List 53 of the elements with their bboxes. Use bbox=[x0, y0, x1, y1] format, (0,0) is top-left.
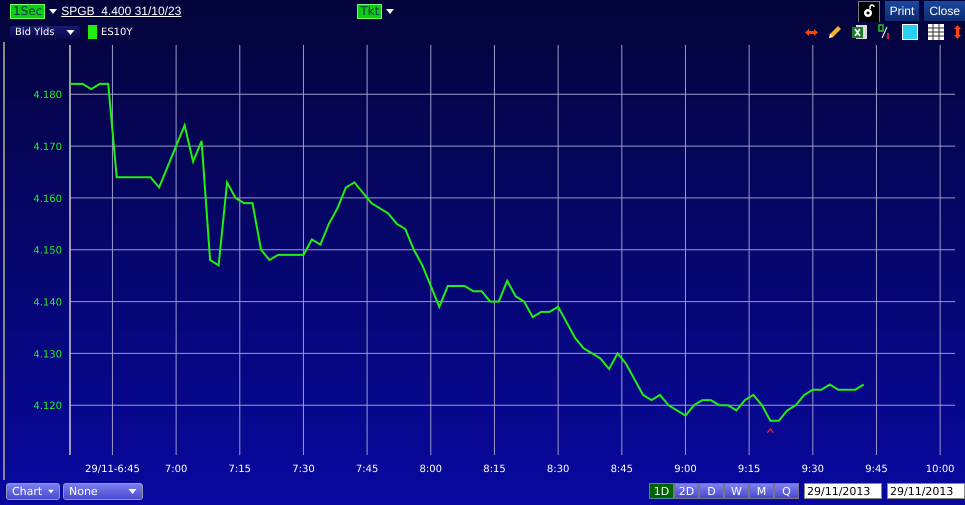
caret-icon bbox=[66, 30, 75, 34]
x-axis-label: 9:45 bbox=[865, 464, 888, 475]
instrument-link[interactable]: SPGB 4.400 31/10/23 bbox=[61, 4, 182, 18]
caret-icon[interactable] bbox=[49, 8, 58, 14]
toolbar-button[interactable]: Print bbox=[884, 1, 920, 21]
overlay-dropdown[interactable]: None bbox=[63, 482, 143, 500]
caret-icon bbox=[128, 488, 137, 494]
y-axis-label: 4.180 bbox=[33, 90, 62, 102]
date-field[interactable]: 29/11/2013 bbox=[887, 483, 965, 499]
y-axis-label: 4.170 bbox=[33, 142, 62, 154]
period-tab[interactable]: M bbox=[749, 483, 774, 499]
vertical-arrow-icon[interactable] bbox=[954, 25, 961, 39]
lock-icon bbox=[862, 4, 875, 18]
period-tab[interactable]: Q bbox=[774, 483, 799, 499]
x-axis-label: 9:30 bbox=[802, 464, 824, 475]
period-tab[interactable]: 1D bbox=[649, 483, 674, 499]
date-field[interactable]: 29/11/2013 bbox=[804, 483, 882, 499]
x-axis-label: 29/11-6:45 bbox=[85, 464, 140, 475]
lock-button[interactable] bbox=[858, 0, 880, 22]
series-dropdown[interactable]: Bid Ylds bbox=[10, 26, 80, 38]
x-axis-label: 7:30 bbox=[292, 464, 315, 475]
ticket-button[interactable]: Tkt bbox=[357, 4, 382, 18]
x-axis-label: 8:30 bbox=[546, 464, 570, 475]
y-axis-label: 4.160 bbox=[33, 194, 62, 205]
period-tab[interactable]: 2D bbox=[674, 483, 699, 499]
fraction-icon[interactable] bbox=[878, 24, 892, 40]
horizontal-arrow-icon[interactable] bbox=[805, 28, 818, 36]
x-axis-label: 8:15 bbox=[483, 464, 506, 475]
chart-type-dropdown[interactable]: Chart bbox=[6, 482, 60, 500]
interval-button[interactable]: 1Sec bbox=[10, 4, 46, 18]
y-axis-label: 4.120 bbox=[33, 401, 62, 412]
x-axis-label: 9:15 bbox=[738, 464, 760, 475]
legend-label: ES10Y bbox=[101, 26, 132, 38]
caret-icon[interactable] bbox=[386, 8, 394, 14]
low-marker-icon bbox=[766, 428, 774, 434]
grid-icon[interactable] bbox=[928, 24, 944, 40]
x-axis-label: 8:00 bbox=[420, 464, 442, 475]
x-axis-label: 9:00 bbox=[674, 464, 697, 475]
pencil-icon[interactable] bbox=[828, 25, 842, 39]
x-axis-label: 7:15 bbox=[228, 464, 252, 475]
x-axis-label: 8:45 bbox=[610, 464, 634, 475]
toolbar-button[interactable]: Close bbox=[924, 1, 965, 21]
x-axis-label: 7:00 bbox=[164, 464, 188, 475]
y-axis-label: 4.150 bbox=[33, 246, 62, 257]
x-axis-label: 10:00 bbox=[926, 464, 955, 475]
x-axis-label: 7:45 bbox=[356, 464, 378, 475]
legend-swatch bbox=[88, 25, 97, 39]
period-tab[interactable]: W bbox=[724, 483, 749, 499]
caret-icon bbox=[48, 488, 54, 494]
y-axis-label: 4.140 bbox=[33, 298, 62, 309]
period-tab[interactable]: D bbox=[699, 483, 724, 499]
y-axis-label: 4.130 bbox=[33, 349, 62, 360]
spreadsheet-icon[interactable] bbox=[852, 24, 868, 40]
